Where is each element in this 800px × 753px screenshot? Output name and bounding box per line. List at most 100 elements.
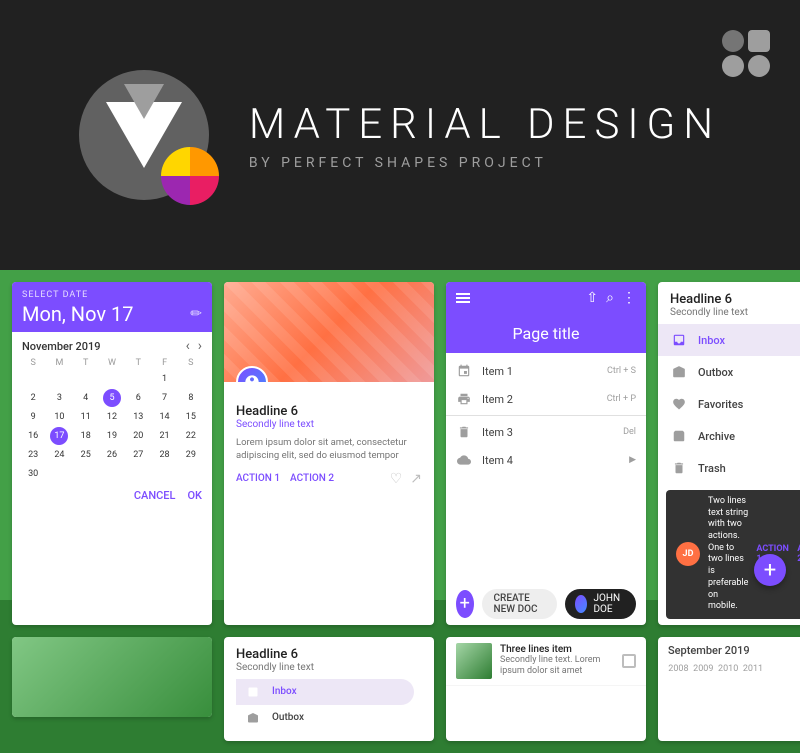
calendar-select-label: SELECT DATE (22, 290, 202, 300)
article2-inbox-icon (244, 683, 262, 701)
logo-android-icon (161, 147, 219, 205)
article-icon-buttons: ♡ ↗ (390, 471, 422, 487)
article-heart-icon[interactable]: ♡ (390, 471, 403, 487)
date-picker-2-card: September 2019 ‹ › 2008 2009 2010 2011 (658, 637, 800, 741)
image-list-card: Three lines item Secondly line text. Lor… (446, 637, 646, 741)
nav-item-favorites[interactable]: Favorites (658, 388, 800, 420)
image-list-content: Three lines item Secondly line text. Lor… (500, 644, 614, 678)
article-headline: Headline 6 (236, 404, 422, 419)
article2-inbox-label: Inbox (272, 686, 297, 697)
menu-item-1-icon (456, 363, 472, 379)
appbar-card: ⇧ ⌕ ⋮ Page title Item 1 Ctrl + S (446, 282, 646, 625)
menu-item-4[interactable]: Item 4 ▶ (446, 446, 646, 474)
global-fab-button[interactable]: + (754, 554, 786, 586)
menu-item-3-label: Item 3 (482, 426, 613, 439)
main-grid: SELECT DATE Mon, Nov 17 ✏ November 2019 … (0, 270, 800, 637)
snackbar-avatar: JD (676, 542, 700, 566)
article2-outbox-item[interactable]: Outbox (236, 705, 422, 731)
nav-item-archive-label: Archive (698, 430, 800, 443)
share-icon[interactable]: ⇧ (586, 290, 598, 306)
menu-item-1[interactable]: Item 1 Ctrl + S (446, 357, 646, 385)
nav-item-inbox-label: Inbox (698, 334, 800, 347)
article2-outbox-icon (244, 709, 262, 727)
image-list-item: Three lines item Secondly line text. Lor… (446, 637, 646, 686)
nav-item-outbox[interactable]: Outbox (658, 356, 800, 388)
article-action2-button[interactable]: ACTION 2 (290, 473, 334, 484)
menu-item-2-label: Item 2 (482, 393, 597, 406)
app-bar-title-bar: Page title (446, 314, 646, 353)
menu-list: Item 1 Ctrl + S Item 2 Ctrl + P Item 3 (446, 353, 646, 583)
article-actions: ACTION 1 ACTION 2 ♡ ↗ (236, 471, 422, 487)
figma-icon (722, 30, 770, 77)
calendar-month-row: November 2019 ‹ › (12, 332, 212, 356)
image-list-thumb (456, 643, 492, 679)
menu-item-1-shortcut: Ctrl + S (607, 366, 636, 376)
date-picker-2-month: September 2019 (668, 644, 750, 657)
header-subtitle: BY PERFECT SHAPES PROJECT (249, 155, 721, 171)
calendar-edit-icon[interactable]: ✏ (190, 306, 202, 322)
image-list-body: Secondly line text. Lorem ipsum dolor si… (500, 655, 614, 678)
profile-name: JOHN DOE (593, 593, 626, 615)
image-list-checkbox[interactable] (622, 654, 636, 668)
outbox-icon (670, 363, 688, 381)
nav-item-trash-label: Trash (698, 462, 800, 475)
fab-button[interactable]: + (456, 590, 474, 618)
bottom-article2-card: Headline 6 Secondly line text Inbox Outb… (224, 637, 434, 741)
header-logo (79, 70, 209, 200)
fab-row: + CREATE NEW DOC JOHN DOE (446, 583, 646, 625)
profile-chip[interactable]: JOHN DOE (565, 589, 636, 619)
article-content: Headline 6 Secondly line text Lorem ipsu… (224, 382, 434, 625)
header-title: MATERIAL DESIGN (249, 100, 721, 149)
header: MATERIAL DESIGN BY PERFECT SHAPES PROJEC… (0, 0, 800, 270)
nav-item-inbox[interactable]: Inbox (658, 324, 800, 356)
nav-item-trash[interactable]: Trash (658, 452, 800, 484)
more-options-icon[interactable]: ⋮ (622, 290, 636, 306)
nav-item-outbox-label: Outbox (698, 366, 800, 379)
calendar-next-button[interactable]: › (198, 338, 202, 354)
calendar-ok-button[interactable]: OK (187, 489, 202, 502)
menu-item-4-icon (456, 452, 472, 468)
trash-icon (670, 459, 688, 477)
calendar-prev-button[interactable]: ‹ (186, 338, 190, 354)
date-picker-2-weekdays: 2008 2009 2010 2011 (666, 664, 800, 674)
menu-item-2-icon (456, 391, 472, 407)
content-section: SELECT DATE Mon, Nov 17 ✏ November 2019 … (0, 270, 800, 600)
image-list-title: Three lines item (500, 644, 614, 655)
snackbar-text: Two lines text string with two actions. … (708, 496, 748, 613)
calendar-grid: SMTWTFS 1 2345678 9101112131415 16171819… (12, 356, 212, 485)
logo-circle (79, 70, 209, 200)
hamburger-menu-button[interactable] (456, 293, 470, 303)
article2-headline: Headline 6 (236, 647, 422, 662)
menu-item-3-shortcut: Del (623, 427, 636, 437)
app-bar: ⇧ ⌕ ⋮ (446, 282, 646, 314)
calendar-footer: CANCEL OK (12, 485, 212, 508)
logo-inner-triangle (124, 84, 164, 119)
article-share-icon[interactable]: ↗ (410, 471, 422, 487)
article-image (224, 282, 434, 382)
calendar-month-label: November 2019 (22, 340, 101, 353)
create-doc-button[interactable]: CREATE NEW DOC (482, 589, 558, 619)
nav-list: Inbox Outbox Favorites (658, 324, 800, 484)
figma-shape-1 (722, 30, 744, 52)
article2-inbox-item[interactable]: Inbox (236, 679, 414, 705)
app-bar-actions: ⇧ ⌕ ⋮ (586, 290, 636, 306)
inbox-icon (670, 331, 688, 349)
calendar-date-row: Mon, Nov 17 ✏ (22, 302, 202, 326)
menu-item-3[interactable]: Item 3 Del (446, 418, 646, 446)
menu-item-1-label: Item 1 (482, 365, 597, 378)
header-text: MATERIAL DESIGN BY PERFECT SHAPES PROJEC… (249, 100, 721, 171)
calendar-cancel-button[interactable]: CANCEL (134, 489, 176, 502)
article-card: Headline 6 Secondly line text Lorem ipsu… (224, 282, 434, 625)
bottom-row: Headline 6 Secondly line text Inbox Outb… (0, 637, 800, 753)
nav-item-favorites-label: Favorites (698, 398, 800, 411)
search-icon[interactable]: ⌕ (606, 290, 614, 306)
profile-avatar (575, 595, 587, 613)
menu-item-4-label: Item 4 (482, 454, 619, 467)
date-picker-2-header: September 2019 ‹ › (658, 637, 800, 664)
nav-item-archive[interactable]: Archive (658, 420, 800, 452)
article-action1-button[interactable]: ACTION 1 (236, 473, 280, 484)
menu-item-2[interactable]: Item 2 Ctrl + P (446, 385, 646, 413)
article-subline: Secondly line text (236, 419, 422, 430)
calendar-days: 1 2345678 9101112131415 16171819202122 2… (20, 370, 204, 483)
figma-shapes (722, 30, 770, 77)
